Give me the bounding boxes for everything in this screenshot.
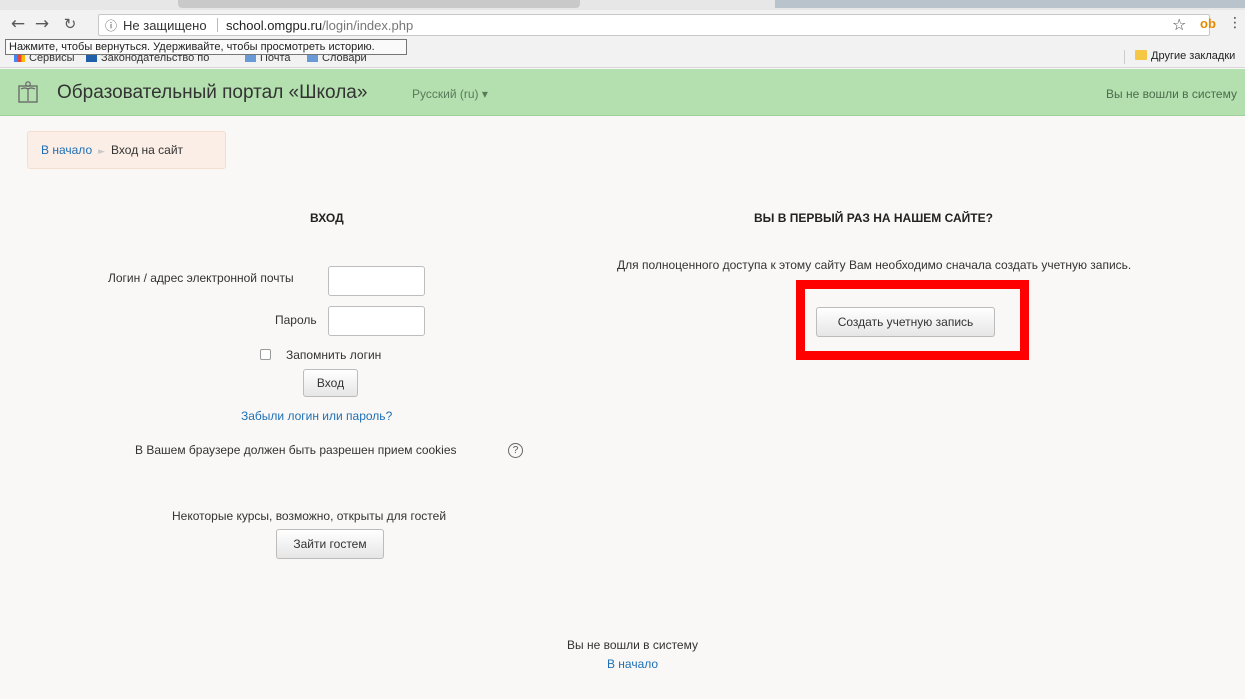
info-icon[interactable]: ⓘ (105, 17, 117, 34)
browser-tab-strip (0, 0, 1245, 10)
remember-checkbox[interactable] (260, 349, 271, 360)
site-logo-icon[interactable] (16, 80, 40, 104)
password-field[interactable] (328, 306, 425, 336)
forward-arrow-icon[interactable]: → (32, 14, 52, 34)
url-text[interactable]: school.omgpu.ru/login/index.php (226, 18, 413, 33)
guest-login-button[interactable]: Зайти гостем (276, 529, 384, 559)
signup-text: Для полноценного доступа к этому сайту В… (617, 258, 1132, 272)
browser-toolbar: ← → ↻ ⓘ Не защищено school.omgpu.ru/logi… (0, 10, 1245, 38)
folder-icon (1135, 50, 1147, 60)
guest-notice: Некоторые курсы, возможно, открыты для г… (172, 509, 447, 523)
help-icon[interactable]: ? (508, 443, 523, 458)
username-label: Логин / адрес электронной почты (108, 271, 294, 285)
browser-menu-icon[interactable]: ⋮ (1228, 15, 1242, 31)
url-host: school.omgpu.ru (226, 18, 323, 33)
breadcrumb-home-link[interactable]: В начало (41, 143, 92, 157)
password-label: Пароль (275, 313, 317, 327)
site-title[interactable]: Образовательный портал «Школа» (57, 82, 367, 104)
other-bookmarks[interactable]: Другие закладки (1135, 50, 1235, 62)
site-navbar: Образовательный портал «Школа» Русский (… (0, 69, 1245, 116)
url-path: /login/index.php (322, 18, 414, 33)
footer-login-status: Вы не вошли в систему (566, 638, 698, 652)
reload-icon[interactable]: ↻ (60, 14, 80, 34)
footer-home-link[interactable]: В начало (0, 657, 1245, 671)
login-heading: ВХОД (310, 211, 344, 225)
language-menu[interactable]: Русский (ru) ▾ (412, 87, 488, 101)
browser-tab[interactable] (178, 0, 580, 8)
bookmark-star-icon[interactable]: ☆ (1172, 15, 1186, 34)
username-field[interactable] (328, 266, 425, 296)
breadcrumb-current: Вход на сайт (111, 143, 184, 157)
remember-label[interactable]: Запомнить логин (286, 348, 381, 362)
back-arrow-icon[interactable]: ← (8, 14, 28, 34)
back-button-tooltip: Нажмите, чтобы вернуться. Удерживайте, ч… (5, 39, 407, 55)
forgot-password-link[interactable]: Забыли логин или пароль? (241, 409, 392, 423)
create-account-button[interactable]: Создать учетную запись (816, 307, 995, 337)
breadcrumb-separator-icon: ► (98, 147, 106, 157)
address-divider (217, 18, 218, 32)
signup-heading: ВЫ В ПЕРВЫЙ РАЗ НА НАШЕМ САЙТЕ? (754, 211, 993, 225)
bookmarks-divider (1124, 50, 1125, 64)
login-status: Вы не вошли в систему (1105, 87, 1237, 101)
extension-icon[interactable]: ob (1200, 16, 1216, 31)
cookies-notice: В Вашем браузере должен быть разрешен пр… (135, 443, 457, 457)
browser-tab[interactable] (775, 0, 1245, 8)
login-button[interactable]: Вход (303, 369, 358, 397)
security-label[interactable]: Не защищено (123, 18, 207, 33)
address-bar[interactable]: ⓘ Не защищено school.omgpu.ru/login/inde… (98, 14, 1210, 36)
breadcrumb: В начало ► Вход на сайт (27, 131, 226, 169)
